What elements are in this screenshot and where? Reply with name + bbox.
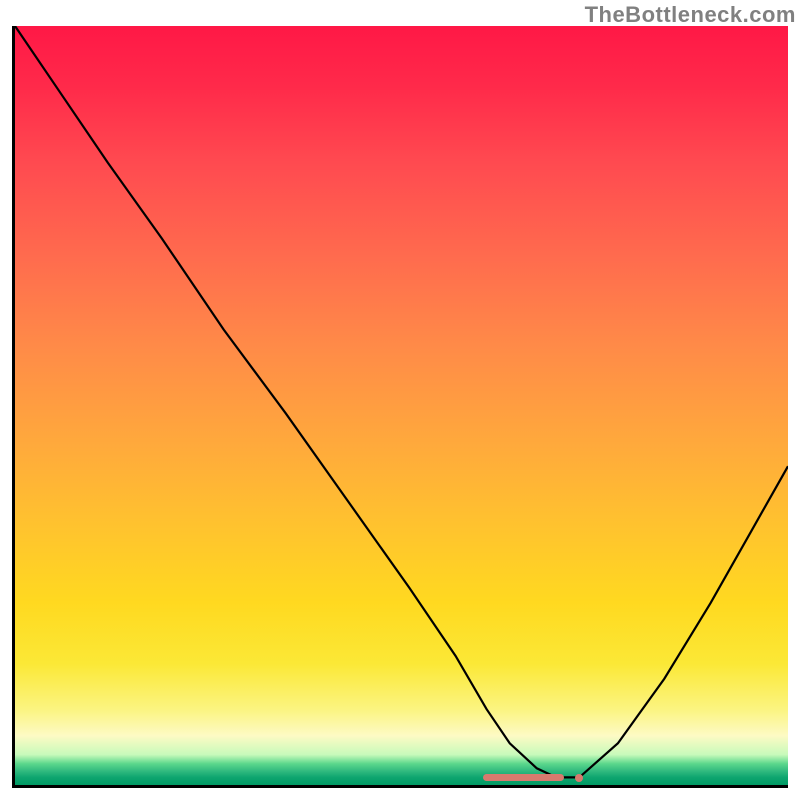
optimal-range-marker	[483, 774, 564, 781]
bottleneck-curve	[15, 26, 788, 777]
watermark: TheBottleneck.com	[585, 2, 796, 28]
plot-area	[12, 26, 788, 788]
chart-container: TheBottleneck.com	[0, 0, 800, 800]
curve-overlay	[15, 26, 788, 785]
